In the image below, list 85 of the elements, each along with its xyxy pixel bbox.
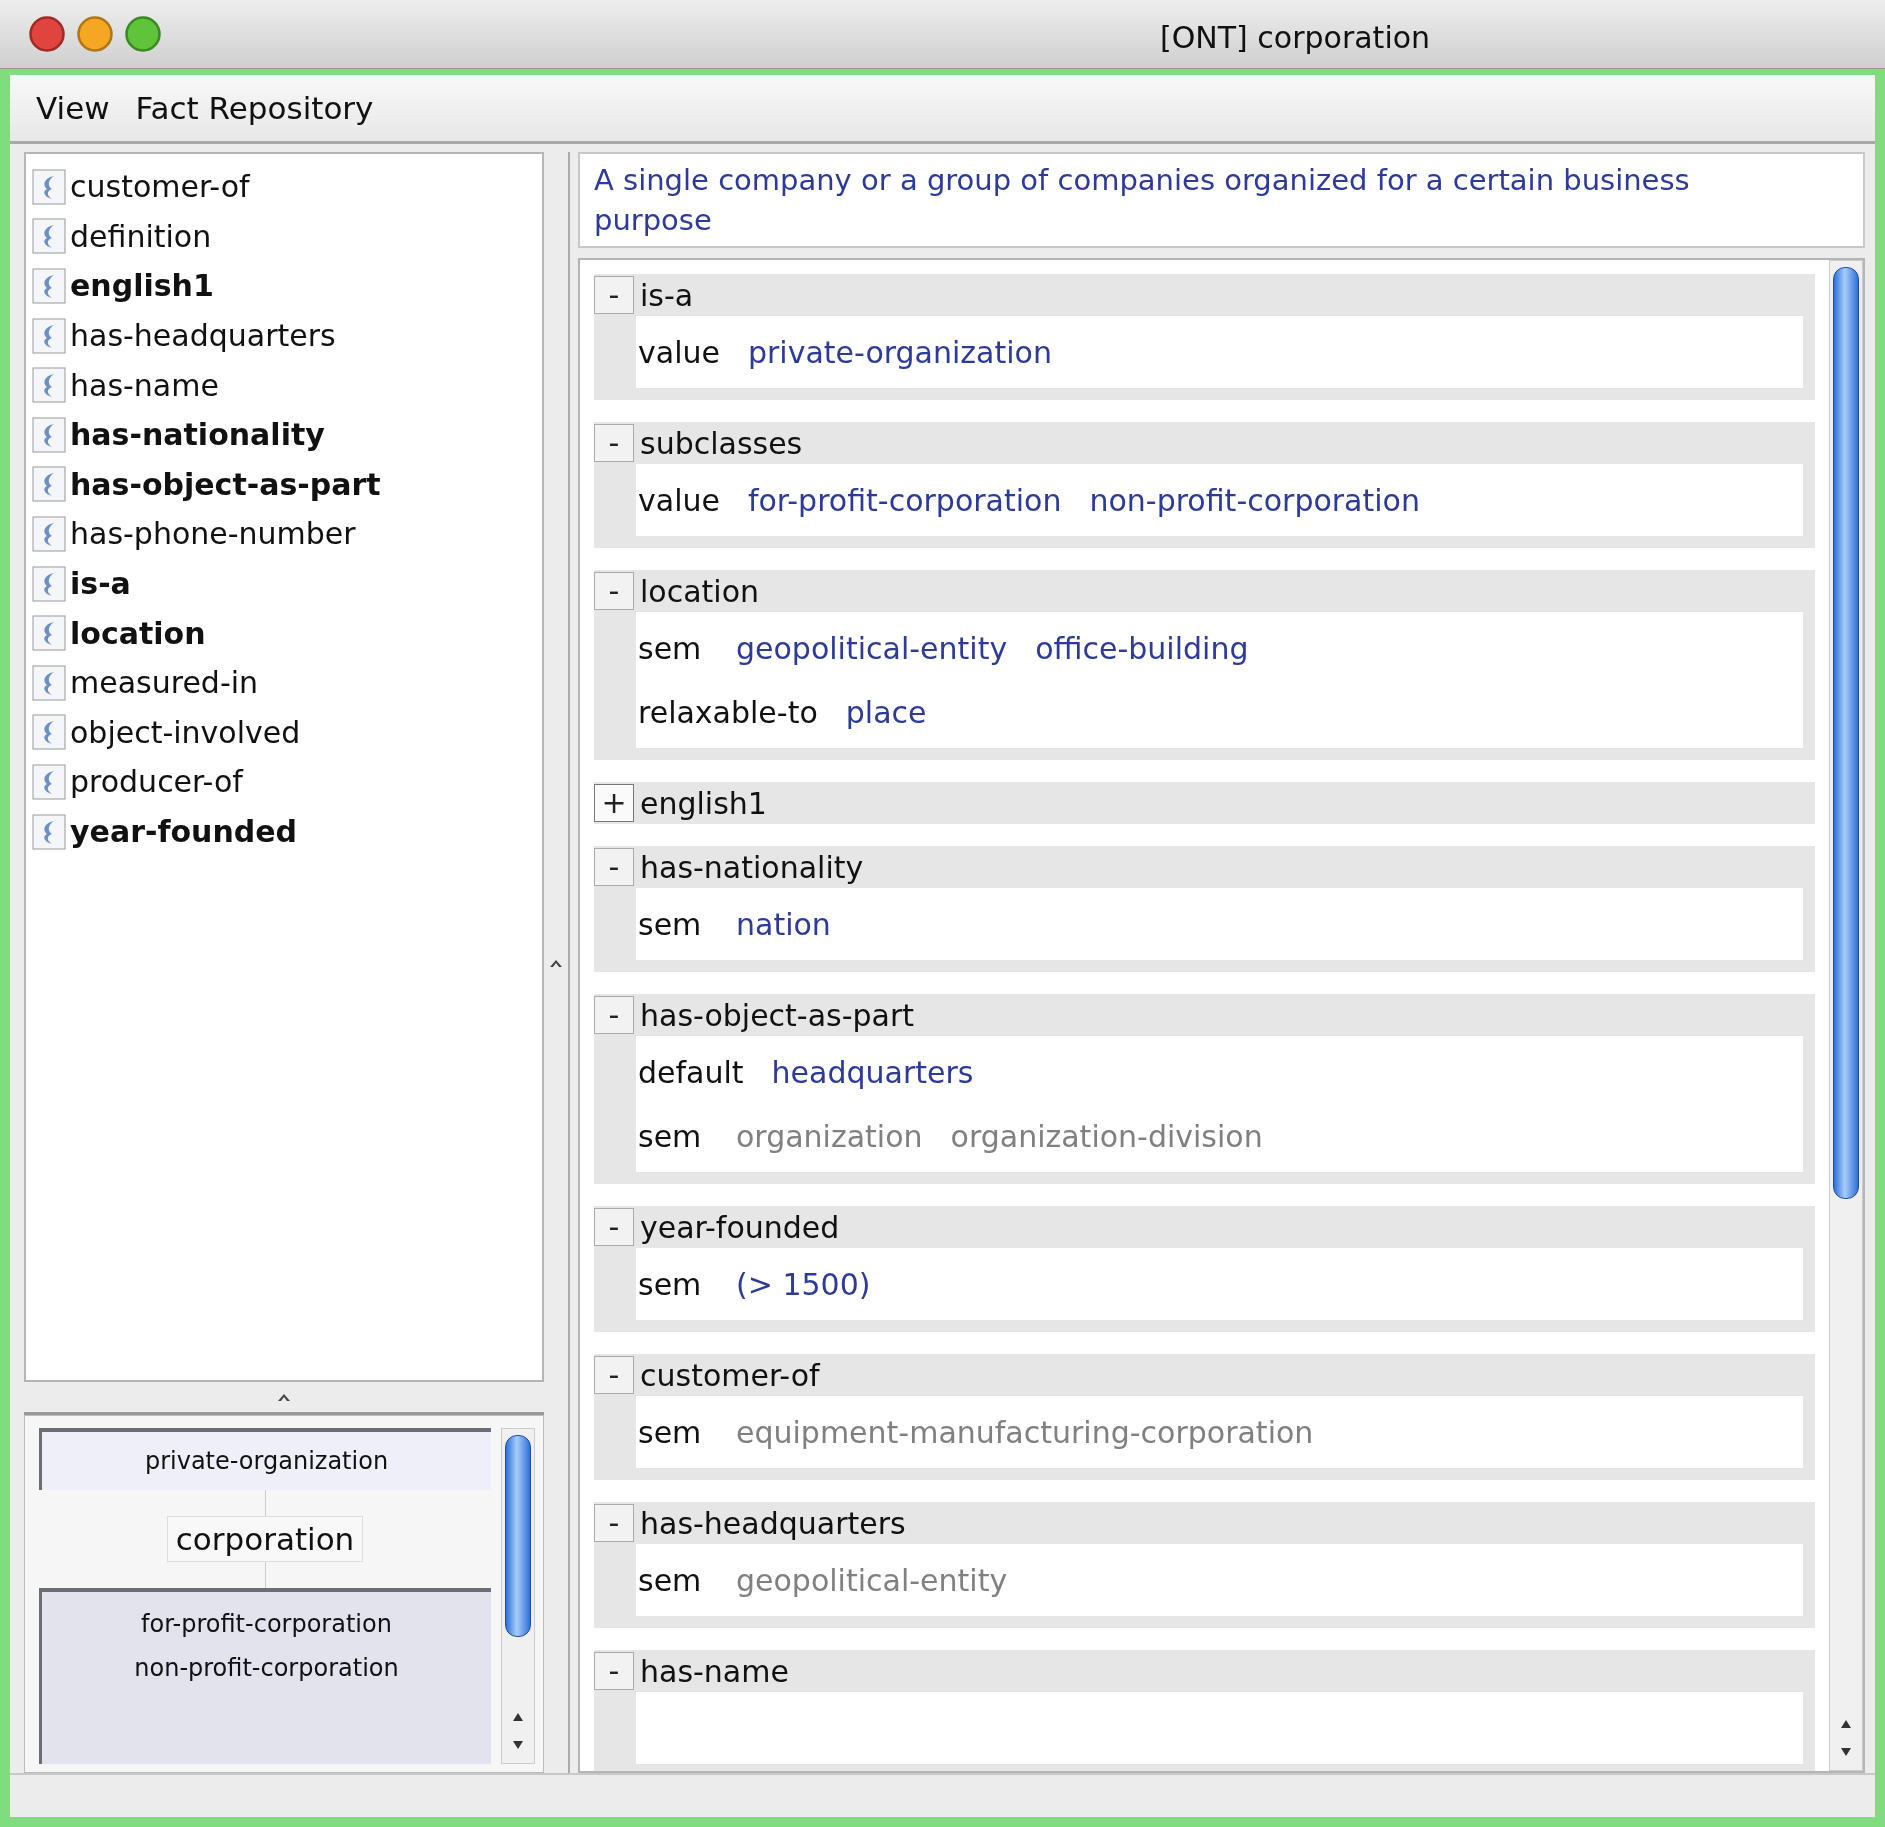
facet-value[interactable]: nation [736, 906, 831, 942]
slot-title: year-founded [639, 1209, 840, 1245]
slot-name[interactable]: measured-in [70, 665, 259, 701]
curl-icon [32, 614, 66, 653]
scroll-bar[interactable] [1829, 260, 1863, 1771]
slot-name[interactable]: definition [70, 218, 212, 254]
facet-label: value [637, 482, 720, 518]
slot-name[interactable]: location [70, 615, 206, 651]
slot-name[interactable]: has-phone-number [70, 516, 356, 552]
slot-title: has-nationality [639, 849, 864, 885]
curl-icon [32, 564, 66, 603]
slot-title: has-headquarters [639, 1505, 906, 1541]
curl-icon [32, 316, 66, 355]
definition-text: A single company or a group of companies organized for a certain business purpose [594, 163, 1690, 237]
facet-label: sem [637, 906, 703, 942]
toggle-button[interactable]: - [594, 276, 634, 314]
facet-value[interactable]: (> 1500) [736, 1266, 871, 1302]
slot-name[interactable]: customer-of [70, 169, 250, 205]
facet-label: sem [637, 1414, 703, 1450]
toggle-button[interactable]: - [594, 1652, 634, 1690]
toggle-button[interactable]: + [594, 784, 634, 822]
facet-label: sem [637, 1118, 703, 1154]
slot-title: subclasses [639, 425, 803, 461]
toggle-button[interactable]: - [594, 1504, 634, 1542]
window-title: [ONT] corporation [1160, 20, 1431, 55]
curl-icon [32, 167, 66, 206]
child-concept[interactable]: non-profit-corporation [134, 1646, 399, 1690]
slot-title: english1 [639, 785, 767, 821]
facet-label: sem [637, 1266, 703, 1302]
menu-item[interactable]: View [36, 90, 110, 126]
facet-value[interactable]: organization [736, 1118, 923, 1154]
slot-name[interactable]: producer-of [70, 764, 243, 800]
minimize-icon[interactable] [76, 15, 114, 53]
facet-value[interactable]: for-profit-corporation [747, 482, 1062, 518]
curl-icon [32, 663, 66, 702]
slot-title: has-name [639, 1653, 789, 1689]
slot-title: customer-of [639, 1357, 820, 1393]
facet-label: value [637, 334, 720, 370]
slot-name[interactable]: is-a [70, 566, 131, 602]
curl-icon [32, 217, 66, 256]
facet-label: relaxable-to [637, 694, 818, 730]
toggle-button[interactable]: - [594, 424, 634, 462]
slot-title: is-a [639, 277, 694, 313]
curl-icon [32, 514, 66, 553]
curl-icon [32, 415, 66, 454]
slot-name[interactable]: has-nationality [70, 417, 325, 453]
toggle-button[interactable]: - [594, 996, 634, 1034]
slot-name[interactable]: has-object-as-part [70, 466, 381, 502]
slot-name[interactable]: has-headquarters [70, 318, 336, 354]
caret-icon[interactable] [277, 1392, 291, 1402]
curl-icon [32, 366, 66, 405]
facet-value[interactable]: geopolitical-entity [736, 630, 1008, 666]
facet-label: sem [637, 630, 703, 666]
toggle-button[interactable]: - [594, 848, 634, 886]
curl-icon [32, 713, 66, 752]
facet-value[interactable]: place [845, 694, 927, 730]
facet-value[interactable]: geopolitical-entity [736, 1562, 1008, 1598]
toggle-button[interactable]: - [594, 1208, 634, 1246]
scroll-bar[interactable] [501, 1428, 535, 1764]
facet-label: default [637, 1054, 744, 1090]
close-icon[interactable] [28, 15, 66, 53]
toggle-button[interactable]: - [594, 1356, 634, 1394]
curl-icon [32, 762, 66, 801]
parent-concept[interactable]: private-organization [144, 1439, 389, 1483]
toggle-button[interactable]: - [594, 572, 634, 610]
menu-item[interactable]: Fact Repository [135, 90, 374, 126]
slot-title: location [639, 573, 760, 609]
slot-name[interactable]: english1 [70, 268, 214, 304]
facet-value[interactable]: organization-division [950, 1118, 1263, 1154]
facet-value[interactable]: office-building [1035, 630, 1249, 666]
current-concept: corporation [166, 1516, 364, 1562]
facet-value[interactable]: private-organization [747, 334, 1052, 370]
facet-value[interactable]: headquarters [771, 1054, 974, 1090]
curl-icon [32, 465, 66, 504]
slot-name[interactable]: has-name [70, 367, 219, 403]
curl-icon [32, 267, 66, 305]
slot-name[interactable]: year-founded [70, 814, 298, 849]
curl-icon [32, 812, 66, 851]
zoom-icon[interactable] [124, 15, 162, 53]
slot-name[interactable]: object-involved [70, 714, 301, 750]
child-concept[interactable]: for-profit-corporation [141, 1602, 392, 1646]
slot-title: has-object-as-part [639, 997, 915, 1033]
facet-value[interactable]: non-profit-corporation [1089, 482, 1420, 518]
facet-label: sem [637, 1562, 703, 1598]
facet-value[interactable]: equipment-manufacturing-corporation [736, 1414, 1314, 1450]
